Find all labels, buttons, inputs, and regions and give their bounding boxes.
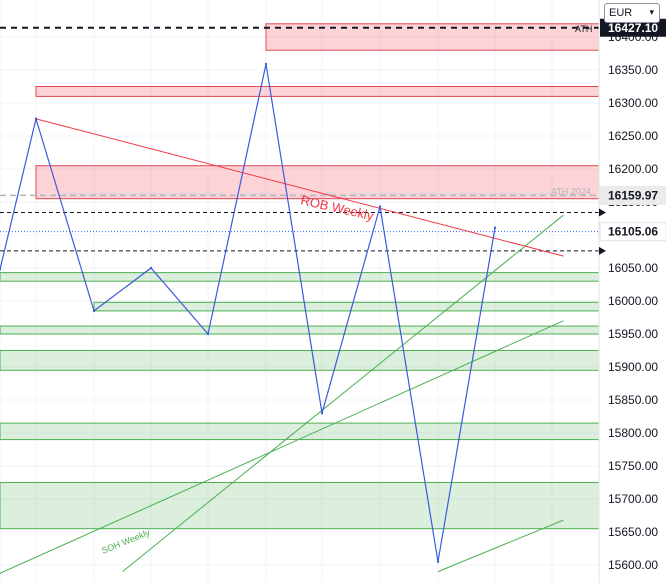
price-point <box>320 412 324 415</box>
horizontal-levels <box>0 26 599 252</box>
currency-select[interactable]: EUR ▾ <box>604 3 660 23</box>
price-chart[interactable]: ATH 2024ATHROB WeeklySOH Weekly 15600.00… <box>0 0 666 583</box>
y-tick-label: 16250.00 <box>608 129 658 143</box>
y-tick-label: 15850.00 <box>608 393 658 407</box>
price-label-text: 16159.97 <box>608 188 658 202</box>
y-tick-label: 15650.00 <box>608 525 658 539</box>
ath-label: ATH <box>575 24 592 34</box>
resistance-zone <box>35 86 600 97</box>
y-tick-label: 15600.00 <box>608 558 658 572</box>
price-marker-arrow <box>599 208 606 217</box>
support-zone <box>0 422 600 441</box>
annotations: ATH 2024ATHROB WeeklySOH Weekly <box>100 24 592 556</box>
y-tick-label: 16350.00 <box>608 63 658 77</box>
y-tick-label: 16000.00 <box>608 294 658 308</box>
support-zone <box>93 301 600 312</box>
price-point <box>378 205 382 208</box>
price-point <box>206 332 210 336</box>
ath-2024-label: ATH 2024 <box>551 186 591 196</box>
soh-weekly-label: SOH Weekly <box>100 527 152 556</box>
support-zone <box>0 350 600 371</box>
y-tick-label: 15700.00 <box>608 492 658 506</box>
price-marker-arrow <box>599 246 606 255</box>
y-tick-label: 15900.00 <box>608 360 658 374</box>
y-tick-label: 16200.00 <box>608 162 658 176</box>
y-tick-label: 16050.00 <box>608 261 658 275</box>
price-point <box>264 62 268 66</box>
price-axis[interactable]: 15600.00 15650.00 15700.00 15750.00 15800.00… <box>599 18 666 572</box>
price-point <box>149 266 153 270</box>
y-tick-label: 15950.00 <box>608 327 658 341</box>
currency-label: EUR <box>609 7 633 19</box>
resistance-zone <box>35 165 600 200</box>
y-tick-label: 15800.00 <box>608 426 658 440</box>
support-zone <box>0 482 600 530</box>
chevron-down-icon: ▾ <box>649 7 654 17</box>
y-tick-label: 15750.00 <box>608 459 658 473</box>
price-point <box>34 117 38 121</box>
price-point <box>436 560 440 563</box>
price-label-text: 16105.06 <box>608 225 658 239</box>
y-tick-label: 16300.00 <box>608 96 658 110</box>
price-point <box>493 226 497 229</box>
support-zone <box>0 325 600 335</box>
price-point <box>92 309 96 313</box>
